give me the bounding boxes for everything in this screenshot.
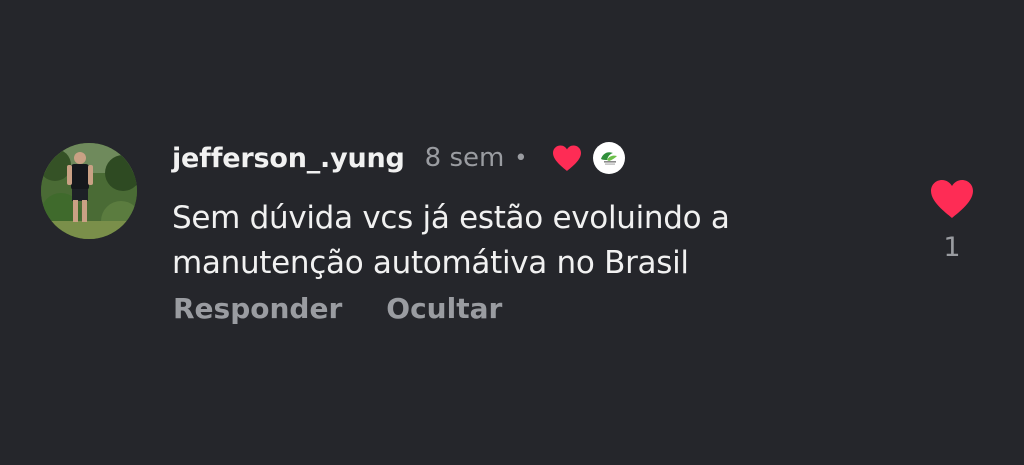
comment: jefferson_.yung 8 sem • Sem dúvida vcs j…	[0, 0, 1024, 465]
username[interactable]: jefferson_.yung	[172, 143, 405, 174]
comment-actions: Responder Ocultar	[173, 292, 502, 325]
like-count: 1	[943, 232, 961, 263]
comment-text-line: manutenção automátiva no Brasil	[172, 245, 689, 281]
timestamp: 8 sem	[424, 143, 505, 173]
hide-button[interactable]: Ocultar	[386, 292, 502, 325]
comment-header: jefferson_.yung 8 sem •	[172, 138, 626, 178]
comment-text-line: Sem dúvida vcs já estão evoluindo a	[172, 200, 730, 236]
like-button[interactable]	[929, 178, 975, 220]
reply-button[interactable]: Responder	[173, 292, 342, 325]
comment-text: Sem dúvida vcs já estão evoluindo a manu…	[172, 196, 872, 286]
heart-icon	[551, 144, 583, 172]
creator-avatar-icon	[593, 142, 626, 174]
avatar[interactable]	[41, 143, 137, 239]
heart-icon	[931, 180, 973, 218]
separator-dot: •	[514, 145, 528, 171]
avatar-photo	[41, 143, 137, 239]
